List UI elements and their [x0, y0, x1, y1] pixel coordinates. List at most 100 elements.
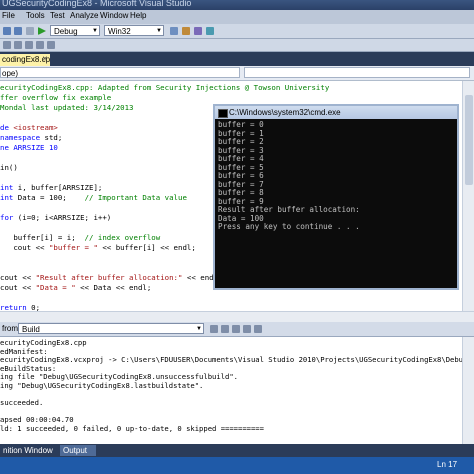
editor-horizontal-scrollbar[interactable] [0, 311, 474, 322]
redo-icon[interactable] [14, 27, 22, 35]
chevron-down-icon: ▼ [92, 28, 98, 34]
code-line[interactable]: cout << "buffer = " << buffer[i] << endl… [0, 243, 196, 253]
status-bar: Ln 17 [0, 457, 474, 474]
code-line[interactable]: Mondal last updated: 3/14/2013 [0, 103, 134, 113]
output-source-combo[interactable]: Build ▼ [18, 323, 204, 334]
previous-message-icon[interactable] [221, 325, 229, 333]
menu-analyze[interactable]: Analyze [70, 11, 98, 20]
next-message-icon[interactable] [232, 325, 240, 333]
properties-icon[interactable] [194, 27, 202, 35]
code-token: namespace [0, 133, 41, 142]
navigation-bar: ope) [0, 66, 474, 81]
code-line[interactable]: ffer overflow fix example [0, 93, 111, 103]
code-token: i, buffer[ARRSIZE]; [13, 183, 103, 192]
comment-icon[interactable] [25, 41, 33, 49]
code-token: buffer[i] = i; [0, 233, 85, 242]
code-token: 0; [26, 303, 41, 311]
output-panel[interactable]: ecurityCodingEx8.cpp edManifest: ecurityCo… [0, 337, 462, 444]
code-token: "Result after buffer allocation:" [35, 273, 183, 282]
menu-test[interactable]: Test [50, 11, 65, 20]
scrollbar-thumb[interactable] [465, 95, 473, 185]
close-icon[interactable]: ✕ [42, 54, 48, 66]
member-combo[interactable] [244, 67, 470, 78]
scope-combo[interactable]: ope) [0, 67, 240, 78]
code-line[interactable]: int i, buffer[ARRSIZE]; [0, 183, 102, 193]
code-token: (i=0; i<ARRSIZE; i++) [13, 213, 112, 222]
code-token: "buffer = " [48, 243, 98, 252]
separator-icon [26, 27, 34, 35]
code-token: std; [40, 133, 63, 142]
menu-file[interactable]: File [2, 11, 15, 20]
chevron-down-icon: ▼ [196, 326, 202, 332]
menu-window[interactable]: Window [100, 11, 128, 20]
output-line: succeeded. [0, 398, 44, 408]
code-line[interactable]: cout << "Data = " << Data << endl; [0, 283, 151, 293]
output-line: ld: 1 succeeded, 0 failed, 0 up-to-date,… [0, 424, 264, 433]
code-token: in() [0, 163, 18, 172]
platform-value: Win32 [108, 27, 131, 36]
code-line[interactable]: int Data = 100; // Important Data value [0, 193, 187, 203]
line-number: Ln 17 [437, 460, 458, 469]
menu-tools[interactable]: Tools [26, 11, 45, 20]
code-token: "Data = " [35, 283, 76, 292]
code-token: << Data << endl; [75, 283, 152, 292]
word-wrap-icon[interactable] [254, 325, 262, 333]
code-token: de [0, 123, 14, 132]
code-token: << buffer[i] << endl; [97, 243, 196, 252]
code-token: Data = 100; [13, 193, 85, 202]
tab-output[interactable]: Output [60, 445, 96, 456]
configuration-value: Debug [54, 27, 78, 36]
menu-help[interactable]: Help [130, 11, 146, 20]
code-line[interactable]: buffer[i] = i; // index overflow [0, 233, 160, 243]
toolbox-icon[interactable] [206, 27, 214, 35]
code-line[interactable]: cout << "Result after buffer allocation:… [0, 273, 223, 283]
menu-bar: File Tools Test Analyze Window Help [0, 10, 474, 24]
code-line[interactable]: namespace std; [0, 133, 62, 143]
code-line[interactable]: for (i=0; i<ARRSIZE; i++) [0, 213, 111, 223]
console-output: buffer = 0 buffer = 1 buffer = 2 buffer = 3… [218, 120, 456, 289]
outdent-icon[interactable] [3, 41, 11, 49]
configuration-combo[interactable]: Debug ▼ [50, 25, 100, 36]
clear-all-icon[interactable] [243, 325, 251, 333]
code-token: ecurityCodingEx8.cpp: Adapted from Secur… [0, 83, 330, 92]
code-token: int [0, 183, 14, 192]
code-token: cout << [0, 243, 49, 252]
output-source-value: Build [22, 325, 40, 334]
find-message-icon[interactable] [210, 325, 218, 333]
tab-codingex8-cpp[interactable]: codingEx8.cpp ✕ [0, 54, 50, 66]
tab-code-definition-window[interactable]: nition Window [0, 445, 58, 456]
console-icon [218, 109, 228, 118]
uncomment-icon[interactable] [36, 41, 44, 49]
code-token: return [0, 303, 27, 311]
output-toolbar: from: Build ▼ [0, 322, 474, 337]
code-line[interactable]: in() [0, 163, 18, 173]
platform-combo[interactable]: Win32 ▼ [104, 25, 164, 36]
standard-toolbar: Debug ▼ Win32 ▼ [0, 24, 474, 39]
output-vertical-scrollbar[interactable] [462, 337, 474, 444]
start-debugging-icon[interactable] [38, 27, 46, 35]
code-token: ffer overflow fix example [0, 93, 112, 102]
code-line[interactable]: de <iostream> [0, 123, 58, 133]
code-token: for [0, 213, 14, 222]
editor-vertical-scrollbar[interactable] [462, 81, 474, 311]
solution-explorer-icon[interactable] [182, 27, 190, 35]
text-editor-toolbar [0, 39, 474, 52]
scope-value: ope) [2, 69, 19, 78]
bookmark-icon[interactable] [47, 41, 55, 49]
undo-icon[interactable] [3, 27, 11, 35]
code-token: cout << [0, 283, 36, 292]
code-line[interactable]: ne ARRSIZE 10 [0, 143, 58, 153]
indent-icon[interactable] [14, 41, 22, 49]
output-line: ecurityCodingEx8.vcxproj -> C:\Users\FDU… [0, 355, 462, 365]
code-token: // Important Data value [84, 193, 187, 202]
output-line: ing "Debug\UGSecurityCodingEx8.lastbuild… [0, 381, 204, 390]
code-line[interactable]: ecurityCodingEx8.cpp: Adapted from Secur… [0, 83, 329, 93]
document-tab-strip: codingEx8.cpp ✕ [0, 52, 474, 66]
console-window[interactable]: C:\Windows\system32\cmd.exe buffer = 0 bu… [213, 104, 459, 290]
find-icon[interactable] [170, 27, 178, 35]
console-title-bar[interactable]: C:\Windows\system32\cmd.exe [215, 106, 457, 119]
console-title: C:\Windows\system32\cmd.exe [229, 108, 341, 117]
code-token: cout << [0, 273, 36, 282]
code-token: int [0, 193, 14, 202]
code-line[interactable]: return 0; [0, 303, 40, 311]
